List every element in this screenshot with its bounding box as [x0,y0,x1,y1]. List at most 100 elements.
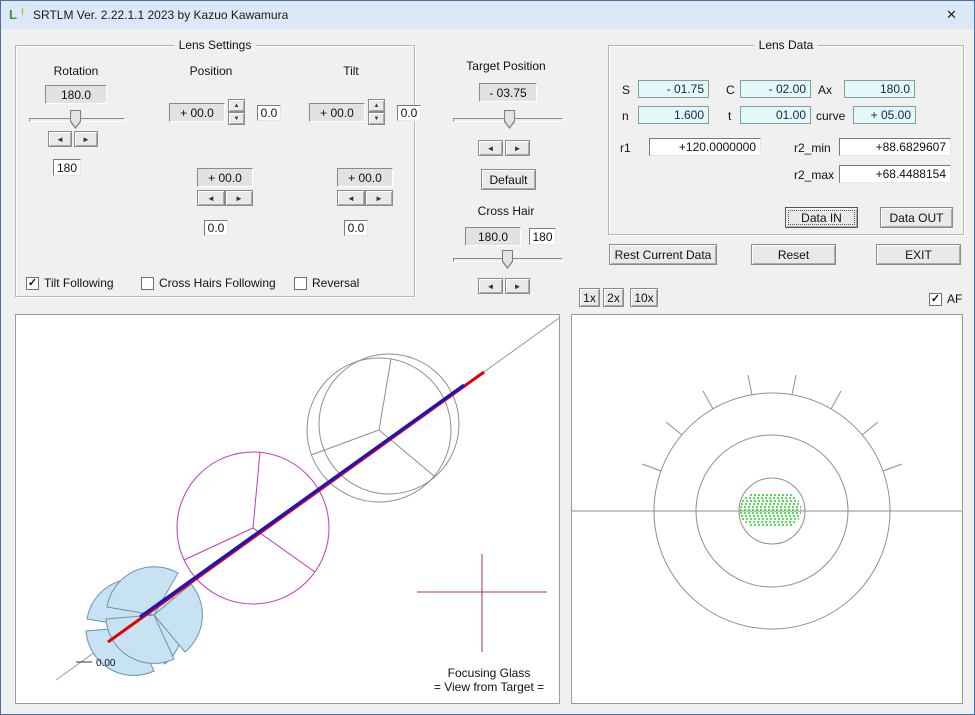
panel-caption-line1: Focusing Glass [448,666,531,680]
close-button[interactable]: ✕ [929,1,974,29]
reticle-circles [572,393,962,629]
checkbox-tilt-following[interactable]: ✓ Tilt Following [26,276,114,290]
target-position-field[interactable]: - 03.75 [479,83,537,102]
zoom-2x-button[interactable]: 2x [603,288,624,307]
cross-hair-step-right-button[interactable]: ► [505,278,530,294]
app-icon-mark: ! [21,5,24,20]
check-icon: ✓ [28,278,37,289]
tilt-spin-up-button[interactable]: ▲ [368,99,385,112]
app-icon: L! [9,7,25,23]
checkbox-cross-hairs-following[interactable]: Cross Hairs Following [141,276,276,290]
tilt-step-right-button[interactable]: ► [365,190,393,206]
middle-lens-wheel [177,452,329,604]
checkbox-label: Tilt Following [44,276,114,290]
right-arrow-icon: ► [514,282,522,291]
ray-bundle-blue [140,385,464,617]
close-icon: ✕ [946,7,957,22]
checkbox-box[interactable]: ✓ [929,293,942,306]
s-label: S [622,83,630,97]
cross-hair-slider-thumb[interactable] [502,250,513,269]
content-area: Lens Settings Rotation 180.0 ◄ ► 180 Pos… [1,29,974,714]
cross-hair-step-left-button[interactable]: ◄ [478,278,503,294]
t-label: t [728,109,731,123]
default-button[interactable]: Default [481,169,536,190]
position-step-left-button[interactable]: ◄ [197,190,225,206]
left-arrow-icon: ◄ [207,194,215,203]
s-field[interactable]: - 01.75 [638,80,709,98]
ax-field[interactable]: 180.0 [844,80,915,98]
tilt-label: Tilt [326,64,376,78]
r2-min-field: +88.6829607 [839,138,951,156]
reticle-ticks [642,375,902,471]
reset-button[interactable]: Reset [751,244,836,265]
left-arrow-icon: ◄ [56,135,64,144]
curve-label: curve [816,109,845,123]
n-label: n [622,109,629,123]
position-vertical-field[interactable]: + 00.0 [169,103,225,122]
checkbox-label: Reversal [312,276,359,290]
lens-data-title: Lens Data [608,38,964,52]
lens-diagram-panel: 0.00 Focusing Glass = View from Target = [15,314,560,704]
position-spin-down-button[interactable]: ▼ [228,112,245,125]
target-view [572,315,962,703]
data-in-button[interactable]: Data IN [785,207,858,228]
rotation-value-field[interactable]: 180.0 [45,85,107,104]
tilt-horizontal-step-field: 0.0 [344,220,368,236]
t-field[interactable]: 01.00 [740,106,811,124]
r1-field: +120.0000000 [649,138,761,156]
rotation-label: Rotation [41,64,111,78]
up-arrow-icon: ▲ [234,103,240,109]
zoom-10x-button[interactable]: 10x [630,288,658,307]
rotation-step-right-button[interactable]: ► [74,131,98,147]
tilt-vertical-field[interactable]: + 00.0 [309,103,365,122]
left-arrow-icon: ◄ [487,144,495,153]
exit-button[interactable]: EXIT [876,244,961,265]
rest-current-data-button[interactable]: Rest Current Data [609,244,717,265]
lens-settings-title: Lens Settings [15,38,415,52]
checkbox-box[interactable] [141,277,154,290]
position-horizontal-step-field: 0.0 [204,220,228,236]
data-out-button[interactable]: Data OUT [880,207,953,228]
checkbox-af[interactable]: ✓ AF [929,292,962,306]
target-position-slider-thumb[interactable] [504,110,515,129]
focus-crosshair [417,554,547,652]
r2-max-label: r2_max [794,168,834,182]
right-arrow-icon: ► [82,135,90,144]
right-arrow-icon: ► [235,194,243,203]
cross-hair-label: Cross Hair [469,204,543,218]
left-arrow-icon: ◄ [487,282,495,291]
checkbox-box[interactable]: ✓ [26,277,39,290]
tilt-vertical-step-field: 0.0 [397,105,421,121]
cross-hair-display-field: 180 [529,228,556,245]
target-step-right-button[interactable]: ► [505,140,530,156]
position-spin-up-button[interactable]: ▲ [228,99,245,112]
rotation-step-left-button[interactable]: ◄ [48,131,72,147]
zoom-1x-button[interactable]: 1x [579,288,600,307]
position-horizontal-field[interactable]: + 00.0 [197,168,253,187]
curve-field[interactable]: + 05.00 [853,106,916,124]
tilt-spin-down-button[interactable]: ▼ [368,112,385,125]
rotation-display-field: 180 [53,159,81,176]
n-field[interactable]: 1.600 [638,106,709,124]
target-step-left-button[interactable]: ◄ [478,140,503,156]
tilt-horizontal-field[interactable]: + 00.0 [337,168,393,187]
target-position-label: Target Position [456,59,556,73]
check-icon: ✓ [931,294,940,305]
r2-max-field: +68.4488154 [839,165,951,183]
origin-distance-label: 0.00 [96,658,116,669]
app-icon-letter: L [9,7,17,22]
down-arrow-icon: ▼ [234,116,240,122]
checkbox-label: AF [947,292,962,306]
cross-hair-value-field[interactable]: 180.0 [465,227,521,246]
checkbox-reversal[interactable]: Reversal [294,276,359,290]
lens-diagram: 0.00 Focusing Glass = View from Target = [16,315,559,703]
checkbox-label: Cross Hairs Following [159,276,276,290]
window-title: SRTLM Ver. 2.22.1.1 2023 by Kazuo Kawamu… [33,8,288,22]
position-label: Position [181,64,241,78]
right-arrow-icon: ► [514,144,522,153]
c-field[interactable]: - 02.00 [740,80,811,98]
checkbox-box[interactable] [294,277,307,290]
tilt-step-left-button[interactable]: ◄ [337,190,365,206]
position-step-right-button[interactable]: ► [225,190,253,206]
up-arrow-icon: ▲ [374,103,380,109]
